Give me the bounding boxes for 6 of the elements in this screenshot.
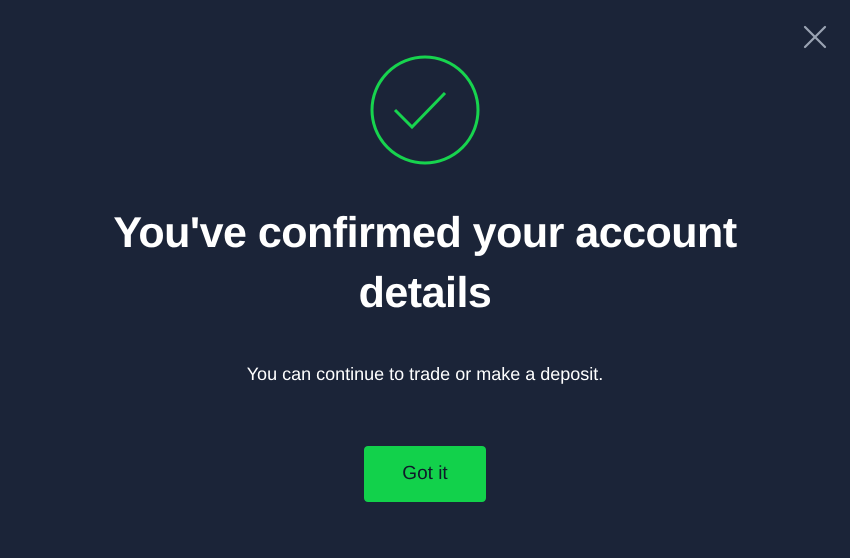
dialog-message: You can continue to trade or make a deposit. (246, 363, 604, 386)
got-it-button[interactable]: Got it (364, 446, 486, 502)
check-circle-icon (370, 55, 480, 165)
close-icon (803, 25, 827, 49)
dialog-title: You've confirmed your account details (112, 208, 738, 319)
close-button[interactable] (802, 24, 828, 50)
